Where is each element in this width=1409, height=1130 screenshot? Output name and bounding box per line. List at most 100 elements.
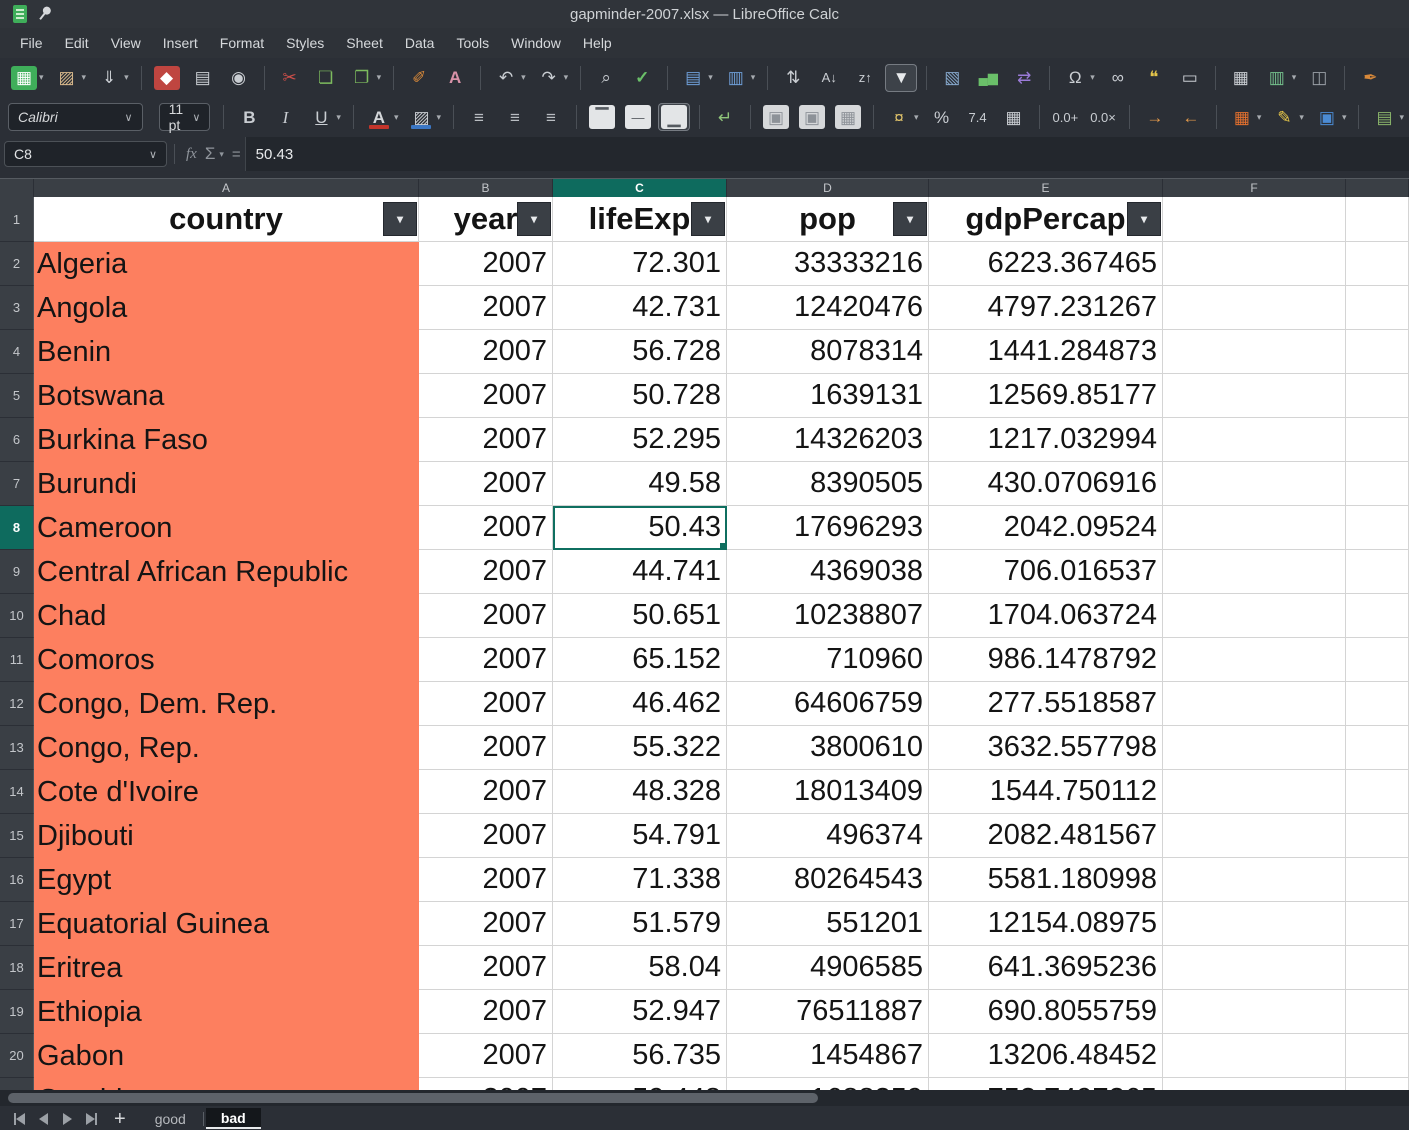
cell-G9[interactable] xyxy=(1346,550,1409,594)
menu-file[interactable]: File xyxy=(9,31,54,55)
cell-B20[interactable]: 2007 xyxy=(419,1034,553,1078)
clone-formatting-icon[interactable]: ✐ xyxy=(403,64,435,92)
cell-A7[interactable]: Burundi xyxy=(34,462,419,506)
cell-C9[interactable]: 44.741 xyxy=(553,550,727,594)
dropdown-caret-icon[interactable]: ▾ xyxy=(1292,72,1297,83)
cell-E17[interactable]: 12154.08975 xyxy=(929,902,1163,946)
menu-insert[interactable]: Insert xyxy=(152,31,209,55)
font-color-icon[interactable]: A▾ xyxy=(363,103,402,131)
clear-formatting-icon[interactable]: A xyxy=(439,64,471,92)
decrease-indent-icon[interactable]: ← xyxy=(1175,103,1207,131)
dropdown-caret-icon[interactable]: ▾ xyxy=(336,112,341,123)
cell-D10[interactable]: 10238807 xyxy=(727,594,929,638)
borders-icon[interactable]: ▦▾ xyxy=(1226,103,1265,131)
cell-B16[interactable]: 2007 xyxy=(419,858,553,902)
cell-E7[interactable]: 430.0706916 xyxy=(929,462,1163,506)
align-center-icon[interactable]: ≡ xyxy=(499,103,531,131)
dropdown-caret-icon[interactable]: ▾ xyxy=(39,72,44,83)
cell-G11[interactable] xyxy=(1346,638,1409,682)
cell-A1[interactable]: country▾ xyxy=(34,197,419,242)
cell-C7[interactable]: 49.58 xyxy=(553,462,727,506)
dropdown-caret-icon[interactable]: ▾ xyxy=(521,72,526,83)
row-header-1[interactable]: 1 xyxy=(0,197,34,242)
headers-and-footers-icon[interactable]: ▭ xyxy=(1174,64,1206,92)
menu-help[interactable]: Help xyxy=(572,31,623,55)
cell-B2[interactable]: 2007 xyxy=(419,242,553,286)
cell-B21[interactable]: 2007 xyxy=(419,1078,553,1090)
insert-chart-icon[interactable]: ▄▆ xyxy=(972,64,1004,92)
row-header-12[interactable]: 12 xyxy=(0,682,34,726)
row-header-15[interactable]: 15 xyxy=(0,814,34,858)
dropdown-caret-icon[interactable]: ▾ xyxy=(1299,112,1304,123)
cell-G5[interactable] xyxy=(1346,374,1409,418)
align-bottom-icon[interactable]: ▁ xyxy=(658,103,690,131)
cell-A15[interactable]: Djibouti xyxy=(34,814,419,858)
insert-hyperlink-icon[interactable]: ∞ xyxy=(1102,64,1134,92)
cell-C5[interactable]: 50.728 xyxy=(553,374,727,418)
cell-E18[interactable]: 641.3695236 xyxy=(929,946,1163,990)
cell-A6[interactable]: Burkina Faso xyxy=(34,418,419,462)
cell-C12[interactable]: 46.462 xyxy=(553,682,727,726)
undo-icon[interactable]: ↶▾ xyxy=(490,64,529,92)
cell-A9[interactable]: Central African Republic xyxy=(34,550,419,594)
cell-G12[interactable] xyxy=(1346,682,1409,726)
find-and-replace-icon[interactable]: ⌕ xyxy=(590,64,622,92)
column-header-partial[interactable] xyxy=(1346,179,1409,197)
row-header-7[interactable]: 7 xyxy=(0,462,34,506)
cell-C18[interactable]: 58.04 xyxy=(553,946,727,990)
cell-G21[interactable] xyxy=(1346,1078,1409,1090)
cell-E11[interactable]: 986.1478792 xyxy=(929,638,1163,682)
cell-G20[interactable] xyxy=(1346,1034,1409,1078)
open-folder-icon[interactable]: ▨▾ xyxy=(51,64,90,92)
cell-A10[interactable]: Chad xyxy=(34,594,419,638)
row-header-19[interactable]: 19 xyxy=(0,990,34,1034)
cell-G3[interactable] xyxy=(1346,286,1409,330)
unmerge-cells-icon[interactable]: ▦ xyxy=(832,103,864,131)
cell-G7[interactable] xyxy=(1346,462,1409,506)
cell-D11[interactable]: 710960 xyxy=(727,638,929,682)
row-header-5[interactable]: 5 xyxy=(0,374,34,418)
cell-F6[interactable] xyxy=(1163,418,1346,462)
cell-D6[interactable]: 14326203 xyxy=(727,418,929,462)
add-decimal-place-icon[interactable]: 0.0+ xyxy=(1049,103,1083,131)
row-header-14[interactable]: 14 xyxy=(0,770,34,814)
cell-A3[interactable]: Angola xyxy=(34,286,419,330)
cell-C17[interactable]: 51.579 xyxy=(553,902,727,946)
row-header-8[interactable]: 8 xyxy=(0,506,34,550)
bold-icon[interactable]: B xyxy=(233,103,265,131)
cell-F8[interactable] xyxy=(1163,506,1346,550)
cell-C16[interactable]: 71.338 xyxy=(553,858,727,902)
column-header-F[interactable]: F xyxy=(1163,179,1346,197)
cell-G8[interactable] xyxy=(1346,506,1409,550)
cell-F2[interactable] xyxy=(1163,242,1346,286)
dropdown-caret-icon[interactable]: ▾ xyxy=(1257,112,1262,123)
cell-G16[interactable] xyxy=(1346,858,1409,902)
cell-C11[interactable]: 65.152 xyxy=(553,638,727,682)
delete-decimal-place-icon[interactable]: 0.0× xyxy=(1086,103,1120,131)
cell-D21[interactable]: 1688359 xyxy=(727,1078,929,1090)
cell-D1[interactable]: pop▾ xyxy=(727,197,929,242)
autofilter-button-D[interactable]: ▾ xyxy=(893,202,927,236)
cell-F21[interactable] xyxy=(1163,1078,1346,1090)
cell-G2[interactable] xyxy=(1346,242,1409,286)
row-header-16[interactable]: 16 xyxy=(0,858,34,902)
freeze-rows-and-columns-icon[interactable]: ▥▾ xyxy=(1261,64,1300,92)
cell-A8[interactable]: Cameroon xyxy=(34,506,419,550)
dropdown-caret-icon[interactable]: ▾ xyxy=(377,72,382,83)
split-window-icon[interactable]: ◫ xyxy=(1303,64,1335,92)
cell-A17[interactable]: Equatorial Guinea xyxy=(34,902,419,946)
cell-B6[interactable]: 2007 xyxy=(419,418,553,462)
paste-icon[interactable]: ❐▾ xyxy=(346,64,385,92)
menu-format[interactable]: Format xyxy=(209,31,275,55)
cell-D17[interactable]: 551201 xyxy=(727,902,929,946)
column-header-E[interactable]: E xyxy=(929,179,1163,197)
autofilter-button-E[interactable]: ▾ xyxy=(1127,202,1161,236)
cell-C1[interactable]: lifeExp▾ xyxy=(553,197,727,242)
cell-E13[interactable]: 3632.557798 xyxy=(929,726,1163,770)
cell-C2[interactable]: 72.301 xyxy=(553,242,727,286)
cell-E6[interactable]: 1217.032994 xyxy=(929,418,1163,462)
cell-F13[interactable] xyxy=(1163,726,1346,770)
dropdown-caret-icon[interactable]: ▾ xyxy=(564,72,569,83)
dropdown-caret-icon[interactable]: ▾ xyxy=(1399,112,1404,123)
print-icon[interactable]: ▤ xyxy=(187,64,219,92)
